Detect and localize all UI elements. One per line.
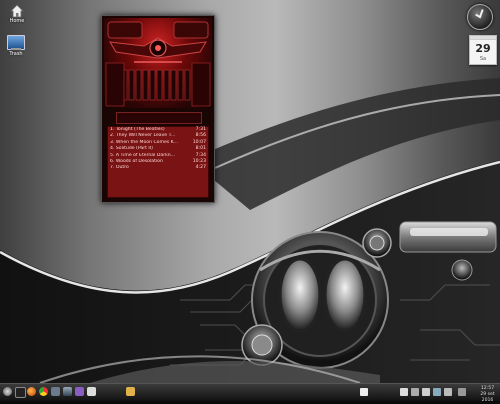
desktop-icon-trash[interactable]: Trash (1, 35, 31, 57)
settings-icon[interactable] (51, 387, 60, 396)
taskbar: 12:57 29 set 2016 (0, 383, 500, 404)
desktop: Home Trash 29 Sa 1. Tonight (The Beatles… (0, 0, 500, 400)
calendar-rings (470, 36, 496, 40)
calendar-day: 29 (475, 42, 491, 55)
battery-icon[interactable] (422, 388, 430, 396)
desktop-icon-home[interactable]: Home (2, 3, 32, 24)
monitor-icon[interactable] (63, 387, 72, 396)
player-skin-header (104, 18, 212, 108)
firefox-icon[interactable] (27, 387, 36, 396)
update-icon[interactable] (458, 388, 466, 396)
user-icon[interactable] (444, 388, 452, 396)
window-icon[interactable] (360, 388, 368, 396)
calendar-widget[interactable]: 29 Sa (469, 35, 497, 65)
taskbar-date: 29 set 2016 (480, 392, 495, 403)
player-controls[interactable] (116, 112, 202, 124)
home-folder-icon (10, 3, 24, 18)
terminal-icon[interactable] (15, 387, 26, 398)
desktop-icon-label: Home (9, 18, 25, 24)
taskbar-clock[interactable]: 12:57 29 set 2016 (475, 386, 500, 404)
playlist[interactable]: 1. Tonight (The Beatles) 7:31 2. They Wil… (107, 126, 209, 198)
player-skin-art (105, 21, 211, 107)
media-player-widget[interactable]: 1. Tonight (The Beatles) 7:31 2. They Wil… (101, 15, 215, 203)
volume-icon[interactable] (411, 388, 419, 396)
wallpaper (0, 78, 500, 384)
desktop-icon-label: Trash (9, 51, 23, 57)
network-icon[interactable] (400, 388, 408, 396)
calendar-month: Sa (479, 56, 487, 62)
list-item[interactable]: 7. Outro 4:27 (108, 165, 208, 171)
video-icon[interactable] (87, 387, 96, 396)
media-icon[interactable] (75, 387, 84, 396)
display-icon[interactable] (433, 388, 441, 396)
folder-icon[interactable] (126, 387, 135, 396)
analog-clock-widget[interactable] (467, 4, 493, 30)
computer-icon (7, 35, 25, 50)
menu-icon[interactable] (3, 387, 12, 396)
taskbar-time: 12:57 (480, 386, 495, 391)
chrome-icon[interactable] (39, 387, 48, 396)
